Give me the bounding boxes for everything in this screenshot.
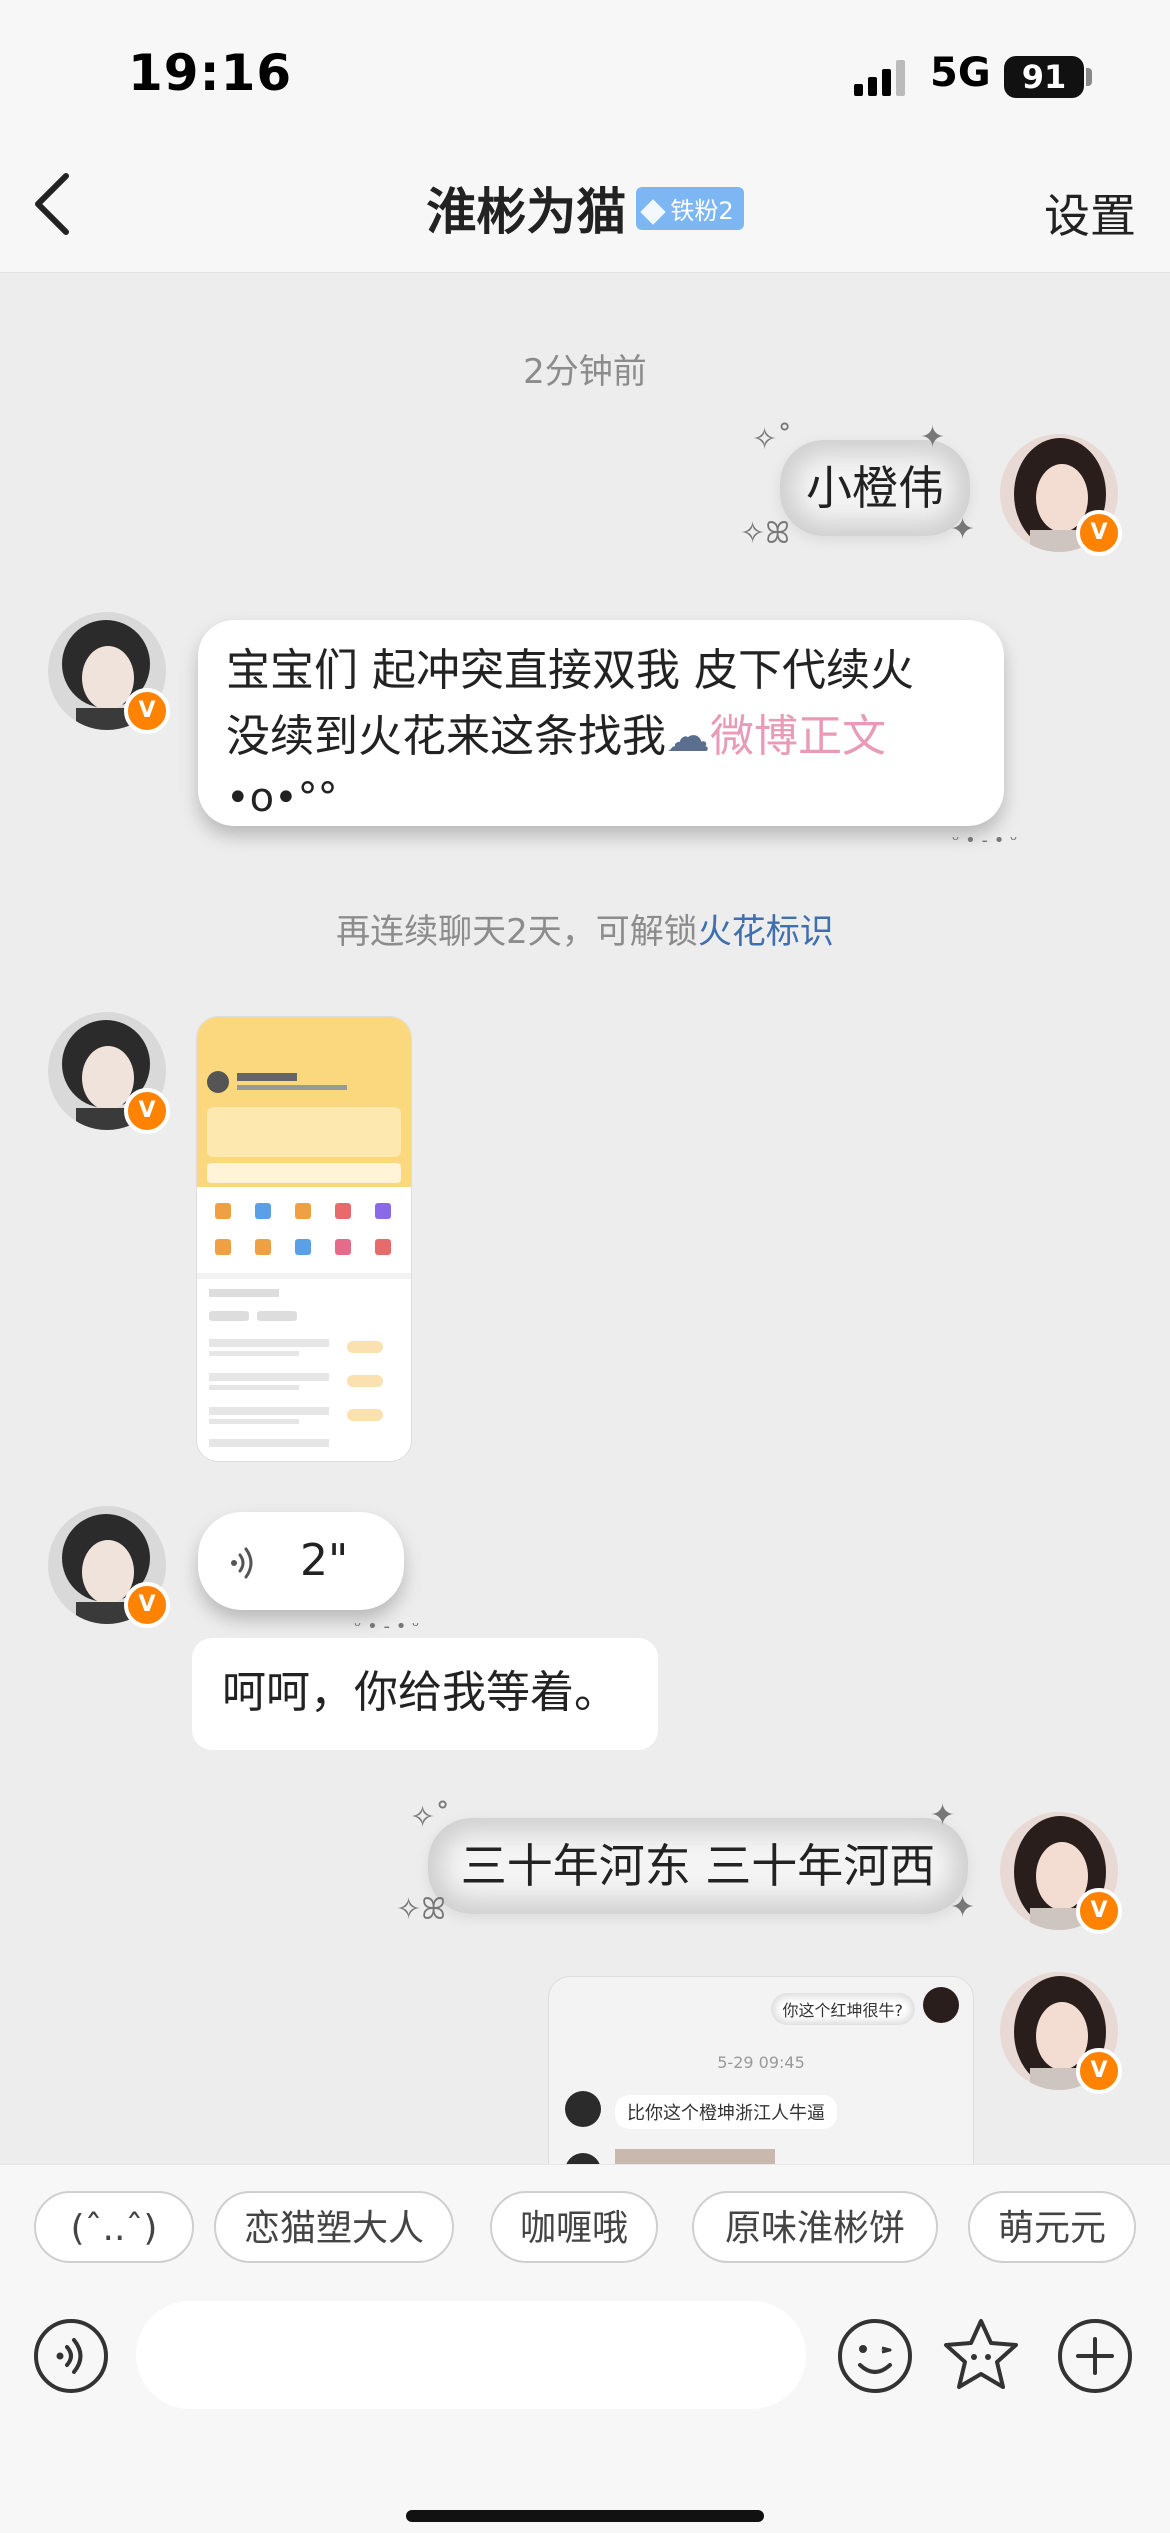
message-line: 宝宝们 起冲突直接双我 皮下代续火: [226, 645, 914, 696]
verified-badge: V: [1076, 510, 1122, 556]
image-message[interactable]: [196, 1016, 412, 1462]
quick-reply-chip[interactable]: 恋猫塑大人: [214, 2191, 454, 2263]
voice-duration: 2": [300, 1535, 349, 1586]
dots-decoration: ᵕ • - • ᵕ: [354, 1616, 420, 1637]
butterfly-decoration: ✧ꕤ: [396, 1892, 447, 1927]
weibo-post-link[interactable]: 微博正文: [710, 711, 886, 762]
my-avatar[interactable]: V: [1000, 434, 1122, 556]
message-input[interactable]: [136, 2301, 806, 2409]
status-time: 19:16: [128, 44, 293, 102]
verified-badge: V: [1076, 1888, 1122, 1934]
message-text: 小橙伟: [806, 461, 944, 515]
quick-reply-chip[interactable]: (ˆ..ˆ): [34, 2191, 194, 2263]
dots-decoration: ᵕ • - • ᵕ: [952, 830, 1018, 851]
preview-time: 5-29 09:45: [717, 2053, 805, 2072]
butterfly-decoration: ✧ꕤ: [740, 516, 791, 551]
spark-badge-link[interactable]: 火花标识: [698, 912, 834, 952]
mini-avatar: [923, 1987, 959, 2023]
fan-level-label: 铁粉2: [670, 196, 734, 225]
message-bubble-me[interactable]: 三十年河东 三十年河西: [428, 1818, 968, 1914]
contact-avatar[interactable]: V: [48, 612, 170, 734]
mini-avatar: [565, 2091, 601, 2127]
reply-bubble: 比你这个橙坤浙江人牛逼: [615, 2095, 837, 2129]
my-avatar[interactable]: V: [1000, 1972, 1122, 2094]
message-bubble-other[interactable]: 呵呵，你给我等着。: [192, 1638, 658, 1750]
image-thumbnail: [615, 2149, 775, 2164]
message-text: 呵呵，你给我等着。: [222, 1667, 618, 1718]
sparkle-decoration: ✦: [950, 1890, 976, 1925]
verified-badge: V: [1076, 2048, 1122, 2094]
mini-avatar: [565, 2153, 601, 2164]
quick-reply-chip[interactable]: 萌元元: [968, 2191, 1136, 2263]
hint-text: 再连续聊天2天，可解锁: [336, 912, 698, 952]
message-card-other[interactable]: 宝宝们 起冲突直接双我 皮下代续火 没续到火花来这条找我☁微博正文 •o•°°: [198, 620, 1004, 826]
voice-wave-icon: [231, 1547, 253, 1579]
screenshot-thumbnail: [197, 1017, 411, 1461]
verified-badge: V: [124, 1582, 170, 1628]
contact-avatar[interactable]: V: [48, 1506, 170, 1628]
chat-area[interactable]: 2分钟前 V 小橙伟 ✧˚ ✦ ✧ꕤ ✦ V 宝宝们 起冲突直接双我 皮下代续火…: [0, 272, 1170, 2164]
timestamp: 2分钟前: [523, 352, 647, 392]
nav-title-area: 淮彬为猫 铁粉2: [0, 172, 1170, 244]
verified-badge: V: [124, 1088, 170, 1134]
verified-badge: V: [124, 688, 170, 734]
message-text: 没续到火花来这条找我: [226, 711, 666, 762]
contact-avatar[interactable]: V: [48, 1012, 170, 1134]
sparkle-decoration: ✧˚: [752, 422, 793, 457]
message-line: 没续到火花来这条找我☁微博正文: [226, 704, 976, 770]
message-text: 三十年河东 三十年河西: [460, 1839, 936, 1893]
fan-level-badge: 铁粉2: [636, 186, 744, 230]
add-icon[interactable]: [1054, 2315, 1136, 2397]
quick-reply-chip[interactable]: 咖喱哦: [490, 2191, 658, 2263]
network-label: 5G: [930, 50, 991, 96]
voice-input-icon[interactable]: [30, 2315, 112, 2397]
sparkle-decoration: ✧˚: [410, 1800, 451, 1835]
sparkle-decoration: ✦: [930, 1798, 956, 1833]
top-bar: 19:16 5G 91 淮彬为猫 铁粉2 设置: [0, 0, 1170, 273]
sticker-icon[interactable]: [940, 2315, 1022, 2397]
page-title: 淮彬为猫: [426, 183, 627, 241]
cloud-icon: ☁: [666, 711, 710, 762]
diamond-icon: [640, 198, 667, 225]
emoji-icon[interactable]: [834, 2315, 916, 2397]
streak-hint: 再连续聊天2天，可解锁火花标识: [0, 904, 1170, 953]
sparkle-decoration: ✦: [920, 420, 946, 455]
kaomoji-text: •o•°°: [226, 775, 338, 821]
home-indicator: [406, 2510, 764, 2522]
bottom-bar: (ˆ..ˆ) 恋猫塑大人 咖喱哦 原味淮彬饼 萌元元: [0, 2164, 1170, 2533]
settings-button[interactable]: 设置: [1044, 180, 1136, 246]
image-message-preview[interactable]: 你这个红坤很牛? 5-29 09:45 比你这个橙坤浙江人牛逼: [548, 1976, 974, 2164]
voice-message[interactable]: 2": [198, 1512, 404, 1610]
battery-cap: [1086, 68, 1092, 86]
my-avatar[interactable]: V: [1000, 1812, 1122, 1934]
signal-icon: [854, 60, 905, 96]
quoted-bubble: 你这个红坤很牛?: [770, 1993, 915, 2025]
quick-reply-chip[interactable]: 原味淮彬饼: [692, 2191, 938, 2263]
battery-indicator: 91: [1004, 56, 1084, 98]
sparkle-decoration: ✦: [950, 512, 976, 547]
